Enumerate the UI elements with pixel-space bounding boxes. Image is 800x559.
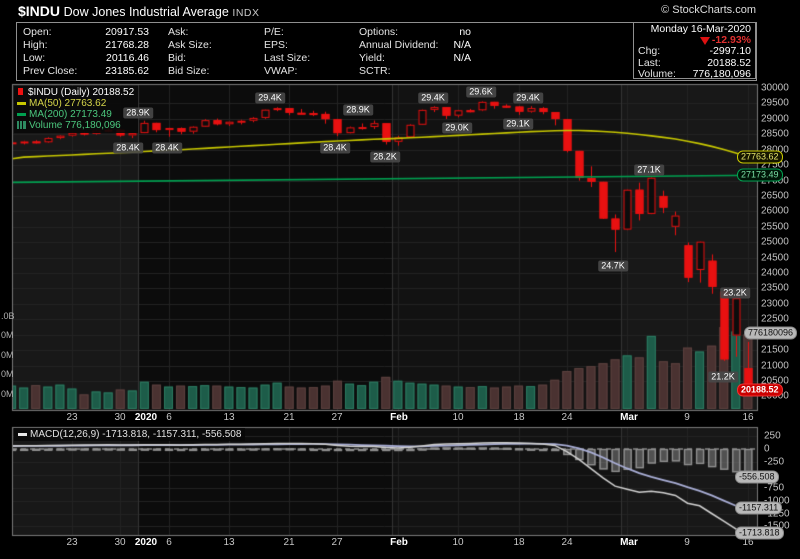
quote-fund-row: P/E: bbox=[264, 26, 356, 39]
quote-label: Ask Size: bbox=[168, 39, 212, 52]
quote-bidask-row: Bid: bbox=[168, 52, 254, 65]
quote-opt-row: Options: no bbox=[359, 26, 471, 39]
stockcharts-credit-link[interactable]: © StockCharts.com bbox=[661, 4, 756, 16]
legend-ma200: MA(200) 27173.49 bbox=[29, 109, 112, 120]
quote-label: VWAP: bbox=[264, 65, 297, 78]
quote-fund-row: EPS: bbox=[264, 39, 356, 52]
quote-label: Options: bbox=[359, 26, 398, 39]
quote-ohlc-row: High: 21768.28 bbox=[23, 39, 149, 52]
legend-macd: MACD(12,26,9) -1713.818, -1157.311, -556… bbox=[30, 429, 241, 440]
chart-canvas bbox=[0, 0, 800, 559]
title-bar: $INDU Dow Jones Industrial Average INDX bbox=[18, 3, 260, 19]
quote-label: Last Size: bbox=[264, 52, 310, 65]
quote-label: Bid Size: bbox=[168, 65, 209, 78]
chg-value: -2997.10 bbox=[710, 46, 751, 57]
stockcharts-chart-page: $INDU Dow Jones Industrial Average INDX … bbox=[0, 0, 800, 559]
quote-col-options: Options: no Annual Dividend: N/A Yield: N/A SC… bbox=[359, 26, 471, 78]
down-triangle-icon bbox=[700, 37, 710, 45]
legend-volume: Volume 776,180,096 bbox=[29, 120, 121, 131]
volume-label: Volume: bbox=[638, 69, 676, 80]
macd-legend: MACD(12,26,9) -1713.818, -1157.311, -556… bbox=[14, 428, 245, 441]
symbol: $INDU bbox=[18, 3, 60, 19]
price-legend: $INDU (Daily) 20188.52 MA(50) 27763.62 M… bbox=[14, 86, 138, 133]
quote-value: 23185.62 bbox=[105, 65, 149, 78]
quote-col-bid-ask: Ask:Ask Size:Bid:Bid Size: bbox=[168, 26, 254, 78]
quote-label: High: bbox=[23, 39, 48, 52]
exchange-label: INDX bbox=[232, 7, 259, 19]
quote-label: P/E: bbox=[264, 26, 284, 39]
quote-value: no bbox=[459, 26, 471, 39]
symbol-name: Dow Jones Industrial Average bbox=[64, 5, 229, 19]
quote-bidask-row: Bid Size: bbox=[168, 65, 254, 78]
summary-box: Monday 16-Mar-2020 -12.93% Chg:-2997.10 … bbox=[633, 22, 756, 79]
quote-ohlc-row: Open: 20917.53 bbox=[23, 26, 149, 39]
quote-label: Annual Dividend: bbox=[359, 39, 438, 52]
legend-ma50: MA(50) 27763.62 bbox=[29, 98, 106, 109]
quote-label: Ask: bbox=[168, 26, 188, 39]
quote-opt-row: SCTR: bbox=[359, 65, 471, 78]
quote-col-fundamentals: P/E:EPS:Last Size:VWAP: bbox=[264, 26, 356, 78]
quote-label: Open: bbox=[23, 26, 52, 39]
candlestick-icon bbox=[17, 88, 25, 96]
quote-label: Prev Close: bbox=[23, 65, 77, 78]
quote-value: 21768.28 bbox=[105, 39, 149, 52]
quote-value: 20116.46 bbox=[106, 52, 149, 65]
volume-bars-icon bbox=[17, 121, 26, 129]
quote-opt-row: Annual Dividend: N/A bbox=[359, 39, 471, 52]
quote-label: EPS: bbox=[264, 39, 288, 52]
quote-value: 20917.53 bbox=[105, 26, 149, 39]
ma200-swatch-icon bbox=[17, 113, 26, 116]
volume-value: 776,180,096 bbox=[693, 69, 751, 80]
quote-label: SCTR: bbox=[359, 65, 391, 78]
ma50-swatch-icon bbox=[17, 102, 26, 105]
quote-label: Yield: bbox=[359, 52, 385, 65]
legend-indu: $INDU (Daily) 20188.52 bbox=[28, 87, 134, 98]
quote-fund-row: Last Size: bbox=[264, 52, 356, 65]
macd-swatch-icon bbox=[18, 433, 27, 436]
quote-panel: Open:20917.53High:21768.28Low:20116.46Pr… bbox=[16, 22, 757, 81]
quote-bidask-row: Ask Size: bbox=[168, 39, 254, 52]
quote-label: Low: bbox=[23, 52, 45, 65]
chg-label: Chg: bbox=[638, 46, 660, 57]
quote-col-ohlc: Open:20917.53High:21768.28Low:20116.46Pr… bbox=[23, 26, 149, 78]
quote-opt-row: Yield: N/A bbox=[359, 52, 471, 65]
quote-label: Bid: bbox=[168, 52, 186, 65]
quote-bidask-row: Ask: bbox=[168, 26, 254, 39]
quote-ohlc-row: Prev Close: 23185.62 bbox=[23, 65, 149, 78]
quote-ohlc-row: Low: 20116.46 bbox=[23, 52, 149, 65]
quote-value: N/A bbox=[453, 52, 471, 65]
quote-value: N/A bbox=[453, 39, 471, 52]
quote-fund-row: VWAP: bbox=[264, 65, 356, 78]
